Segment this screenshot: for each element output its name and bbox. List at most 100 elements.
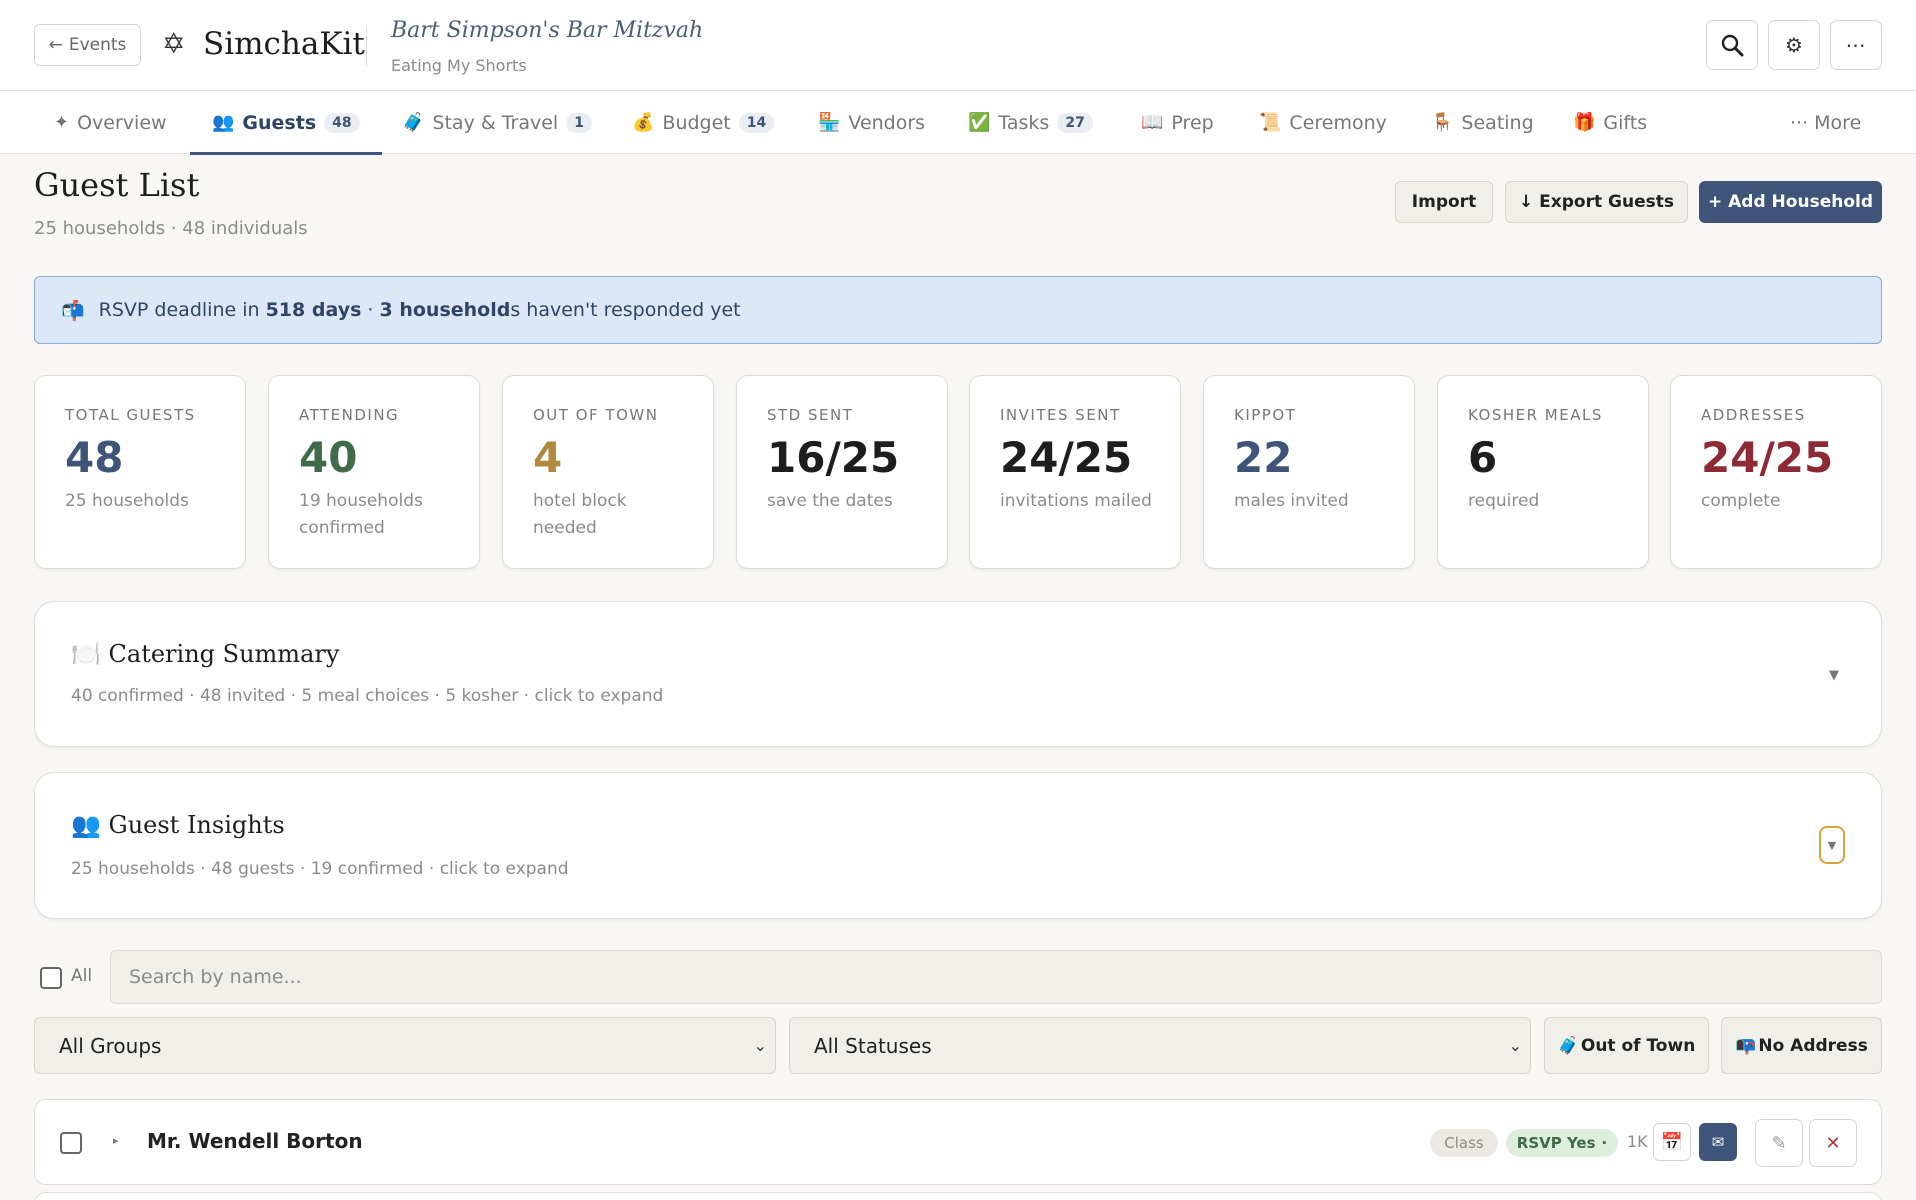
sparkle-icon: ✦ [54,112,70,133]
search-input[interactable] [110,950,1882,1004]
save-the-date-toggle[interactable]: 📅 [1653,1123,1691,1161]
stat-card-std-sent: STD SENT 16/25 save the dates [736,375,948,569]
settings-button[interactable]: ⚙ [1768,20,1820,70]
out-of-town-filter-button[interactable]: 🧳 Out of Town [1544,1017,1709,1074]
tab-guests[interactable]: 👥 Guests 48 [190,91,382,155]
tab-seating[interactable]: 🪑 Seating [1431,91,1534,154]
close-icon: ✕ [1825,1132,1841,1154]
tab-badge: 1 [566,112,592,133]
ellipsis-icon: ⋯ [1845,33,1867,57]
star-of-david-icon: ✡ [162,27,186,60]
expand-toggle[interactable]: ▼ [1819,826,1845,864]
tab-ceremony[interactable]: 📜 Ceremony [1259,91,1387,154]
stat-value: 16/25 [767,433,900,482]
plate-icon: 🍽️ [71,640,101,668]
rsvp-deadline-banner: 📬 RSVP deadline in 518 days · 3 househol… [34,276,1882,344]
page-title: Guest List [34,166,200,204]
stat-value: 22 [1234,433,1293,482]
luggage-icon: 🧳 [1557,1035,1579,1056]
select-all-label: All [71,966,93,986]
envelope-icon: ✉ [1711,1133,1725,1151]
export-guests-button[interactable]: ↓ Export Guests [1505,181,1688,223]
table-row[interactable]: ▸ Mr. Wendell Borton Class RSVP Yes · 1K… [34,1099,1882,1185]
search-button[interactable] [1706,20,1758,70]
rsvp-status-badge[interactable]: RSVP Yes · [1506,1129,1618,1157]
stat-card-total-guests: TOTAL GUESTS 48 25 households [34,375,246,569]
tab-more[interactable]: ··· More [1790,91,1861,154]
delete-household-button[interactable]: ✕ [1809,1119,1857,1167]
group-badge: Class [1430,1129,1498,1157]
add-household-button[interactable]: + Add Household [1699,181,1882,223]
pencil-icon: ✎ [1771,1132,1787,1154]
header-divider [366,26,367,66]
event-title: Bart Simpson's Bar Mitzvah [391,18,704,43]
guest-insights-subtitle: 25 households · 48 guests · 19 confirmed… [71,859,569,879]
page-subtitle: 25 households · 48 individuals [34,218,308,239]
stat-card-addresses: ADDRESSES 24/25 complete [1670,375,1882,569]
search-icon [1721,34,1744,57]
money-bag-icon: 💰 [632,112,655,133]
mailbox-icon: 📬 [61,299,85,322]
guest-insights-card[interactable]: 👥 Guest Insights 25 households · 48 gues… [34,772,1882,919]
scroll-icon: 📜 [1259,112,1282,133]
people-icon: 👥 [212,112,235,133]
row-checkbox[interactable] [60,1132,82,1154]
group-filter-select[interactable]: All Groups ⌄ [34,1017,776,1074]
status-filter-select[interactable]: All Statuses ⌄ [789,1017,1531,1074]
stat-value: 40 [299,433,358,482]
invitation-toggle[interactable]: ✉ [1699,1123,1737,1161]
tab-prep[interactable]: 📖 Prep [1141,91,1214,154]
household-name: Mr. Wendell Borton [147,1129,363,1153]
stat-card-kippot: KIPPOT 22 males invited [1203,375,1415,569]
tab-budget[interactable]: 💰 Budget 14 [632,91,775,154]
event-subtitle: Eating My Shorts [391,56,527,75]
tab-vendors[interactable]: 🏪 Vendors [818,91,925,154]
catering-summary-subtitle: 40 confirmed · 48 invited · 5 meal choic… [71,686,664,706]
rsvp-deadline-text: RSVP deadline in 518 days · 3 households… [98,299,741,321]
catering-summary-card[interactable]: 🍽️ Catering Summary 40 confirmed · 48 in… [34,601,1882,747]
back-to-events-button[interactable]: ← Events [34,24,141,66]
catering-summary-title: Catering Summary [108,640,340,668]
guest-insights-title: Guest Insights [108,811,285,839]
brand-name: SimchaKit [203,26,365,62]
stat-card-kosher-meals: KOSHER MEALS 6 required [1437,375,1649,569]
stat-card-attending: ATTENDING 40 19 households confirmed [268,375,480,569]
caret-down-icon[interactable]: ▼ [1829,668,1839,683]
tab-gifts[interactable]: 🎁 Gifts [1573,91,1647,154]
chevron-down-icon: ⌄ [1508,1036,1522,1055]
chair-icon: 🪑 [1431,112,1454,133]
stat-value: 24/25 [1000,433,1133,482]
check-icon: ✅ [968,112,991,133]
table-row[interactable] [34,1192,1882,1200]
tab-tasks[interactable]: ✅ Tasks 27 [968,91,1093,154]
tab-stay-travel[interactable]: 🧳 Stay & Travel 1 [402,91,592,154]
book-icon: 📖 [1141,112,1164,133]
arrow-left-icon: ← [48,35,63,55]
stat-value: 48 [65,433,124,482]
select-all-checkbox[interactable] [40,967,62,989]
tab-badge: 14 [738,112,775,133]
app-header: ← Events ✡ SimchaKit Bart Simpson's Bar … [0,0,1916,91]
chevron-down-icon: ⌄ [753,1036,767,1055]
tab-badge: 27 [1057,112,1093,133]
gift-icon: 🎁 [1573,112,1596,133]
expand-caret-icon[interactable]: ▸ [113,1134,119,1147]
tab-badge: 48 [324,112,360,133]
tab-overview[interactable]: ✦ Overview [54,91,167,154]
import-button[interactable]: Import [1395,181,1493,223]
stat-value: 4 [533,433,563,482]
gear-icon: ⚙ [1785,33,1803,57]
mailbox-icon: 📭 [1735,1035,1757,1056]
more-options-button[interactable]: ⋯ [1830,20,1882,70]
stat-value: 6 [1468,433,1498,482]
caret-down-icon: ▼ [1827,838,1837,852]
calendar-icon: 📅 [1660,1131,1684,1153]
stat-value: 24/25 [1701,433,1834,482]
stat-card-invites-sent: INVITES SENT 24/25 invitations mailed [969,375,1181,569]
people-icon: 👥 [71,811,101,839]
no-address-filter-button[interactable]: 📭 No Address [1721,1017,1882,1074]
edit-household-button[interactable]: ✎ [1755,1119,1803,1167]
guest-count: 1K [1627,1132,1648,1151]
stat-card-out-of-town: OUT OF TOWN 4 hotel block needed [502,375,714,569]
main-tabs: ✦ Overview 👥 Guests 48 🧳 Stay & Travel 1… [0,91,1916,155]
